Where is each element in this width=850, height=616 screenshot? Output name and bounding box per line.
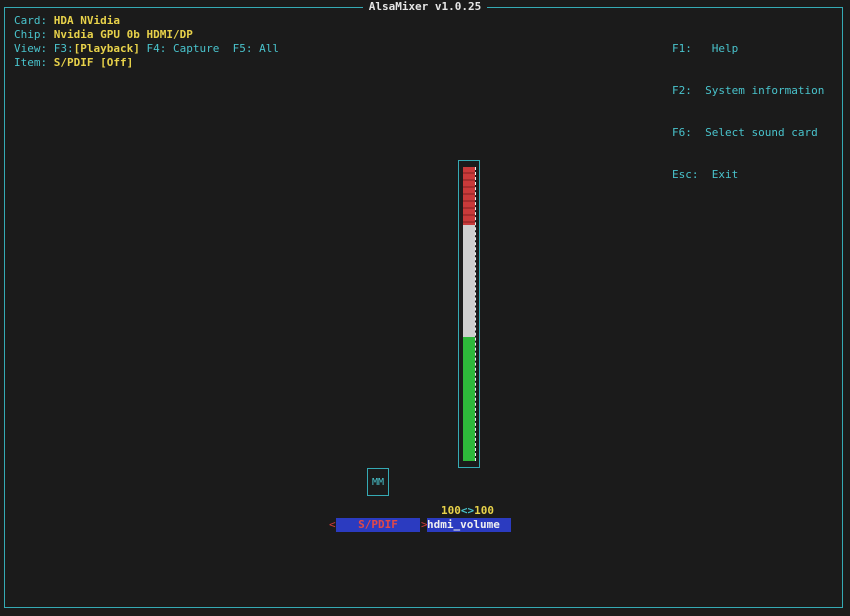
meter-green-segment <box>463 337 475 461</box>
info-panel: Card: HDA NVidia Chip: Nvidia GPU 0b HDM… <box>14 14 279 70</box>
key-f1-action: Help <box>711 42 739 55</box>
meter-white-segment <box>463 225 475 337</box>
key-f6[interactable]: F6: Select sound card <box>672 126 824 140</box>
view-f5[interactable]: F5: All <box>233 42 279 55</box>
key-esc[interactable]: Esc: Exit <box>672 168 824 182</box>
item-row: Item: S/PDIF [Off] <box>14 56 279 70</box>
chip-row: Chip: Nvidia GPU 0b HDMI/DP <box>14 28 279 42</box>
view-f3-value[interactable]: [Playback] <box>74 42 140 55</box>
key-esc-action: Exit <box>711 168 739 181</box>
title-text: AlsaMixer v1.0.25 <box>362 0 488 13</box>
view-row: View: F3:[Playback] F4: Capture F5: All <box>14 42 279 56</box>
key-help: F1: Help F2: System information F6: Sele… <box>672 14 824 196</box>
window-title: AlsaMixer v1.0.25 <box>0 0 850 14</box>
view-f4[interactable]: F4: Capture <box>146 42 219 55</box>
card-row: Card: HDA NVidia <box>14 14 279 28</box>
mute-indicator[interactable]: MM <box>367 468 389 496</box>
view-label: View: <box>14 42 48 55</box>
volume-left: 100 <box>441 504 461 517</box>
chip-value: Nvidia GPU 0b HDMI/DP <box>53 28 193 41</box>
key-f2-key: F2: <box>672 84 692 97</box>
item-value: S/PDIF [Off] <box>53 56 134 69</box>
key-f2[interactable]: F2: System information <box>672 84 824 98</box>
meter-red-segment <box>463 167 475 225</box>
view-f3-key[interactable]: F3: <box>54 42 74 55</box>
item-label: Item: <box>14 56 48 69</box>
key-esc-key: Esc: <box>672 168 699 181</box>
card-label: Card: <box>14 14 48 27</box>
card-value: HDA NVidia <box>53 14 120 27</box>
volume-readout: 100<>100 <box>441 504 494 518</box>
chip-label: Chip: <box>14 28 48 41</box>
key-f6-key: F6: <box>672 126 692 139</box>
hdmi-volume-control[interactable]: hdmi_volume <box>427 518 511 532</box>
key-f2-action: System information <box>705 84 825 97</box>
key-f1[interactable]: F1: Help <box>672 42 824 56</box>
spdif-control[interactable]: S/PDIF <box>336 518 420 532</box>
left-marker: < <box>329 518 336 531</box>
volume-meter[interactable] <box>458 160 480 468</box>
key-f1-key: F1: <box>672 42 692 55</box>
volume-right: 100 <box>474 504 494 517</box>
meter-center-line <box>475 167 476 461</box>
volume-arrows: <> <box>460 504 475 517</box>
key-f6-action: Select sound card <box>705 126 818 139</box>
